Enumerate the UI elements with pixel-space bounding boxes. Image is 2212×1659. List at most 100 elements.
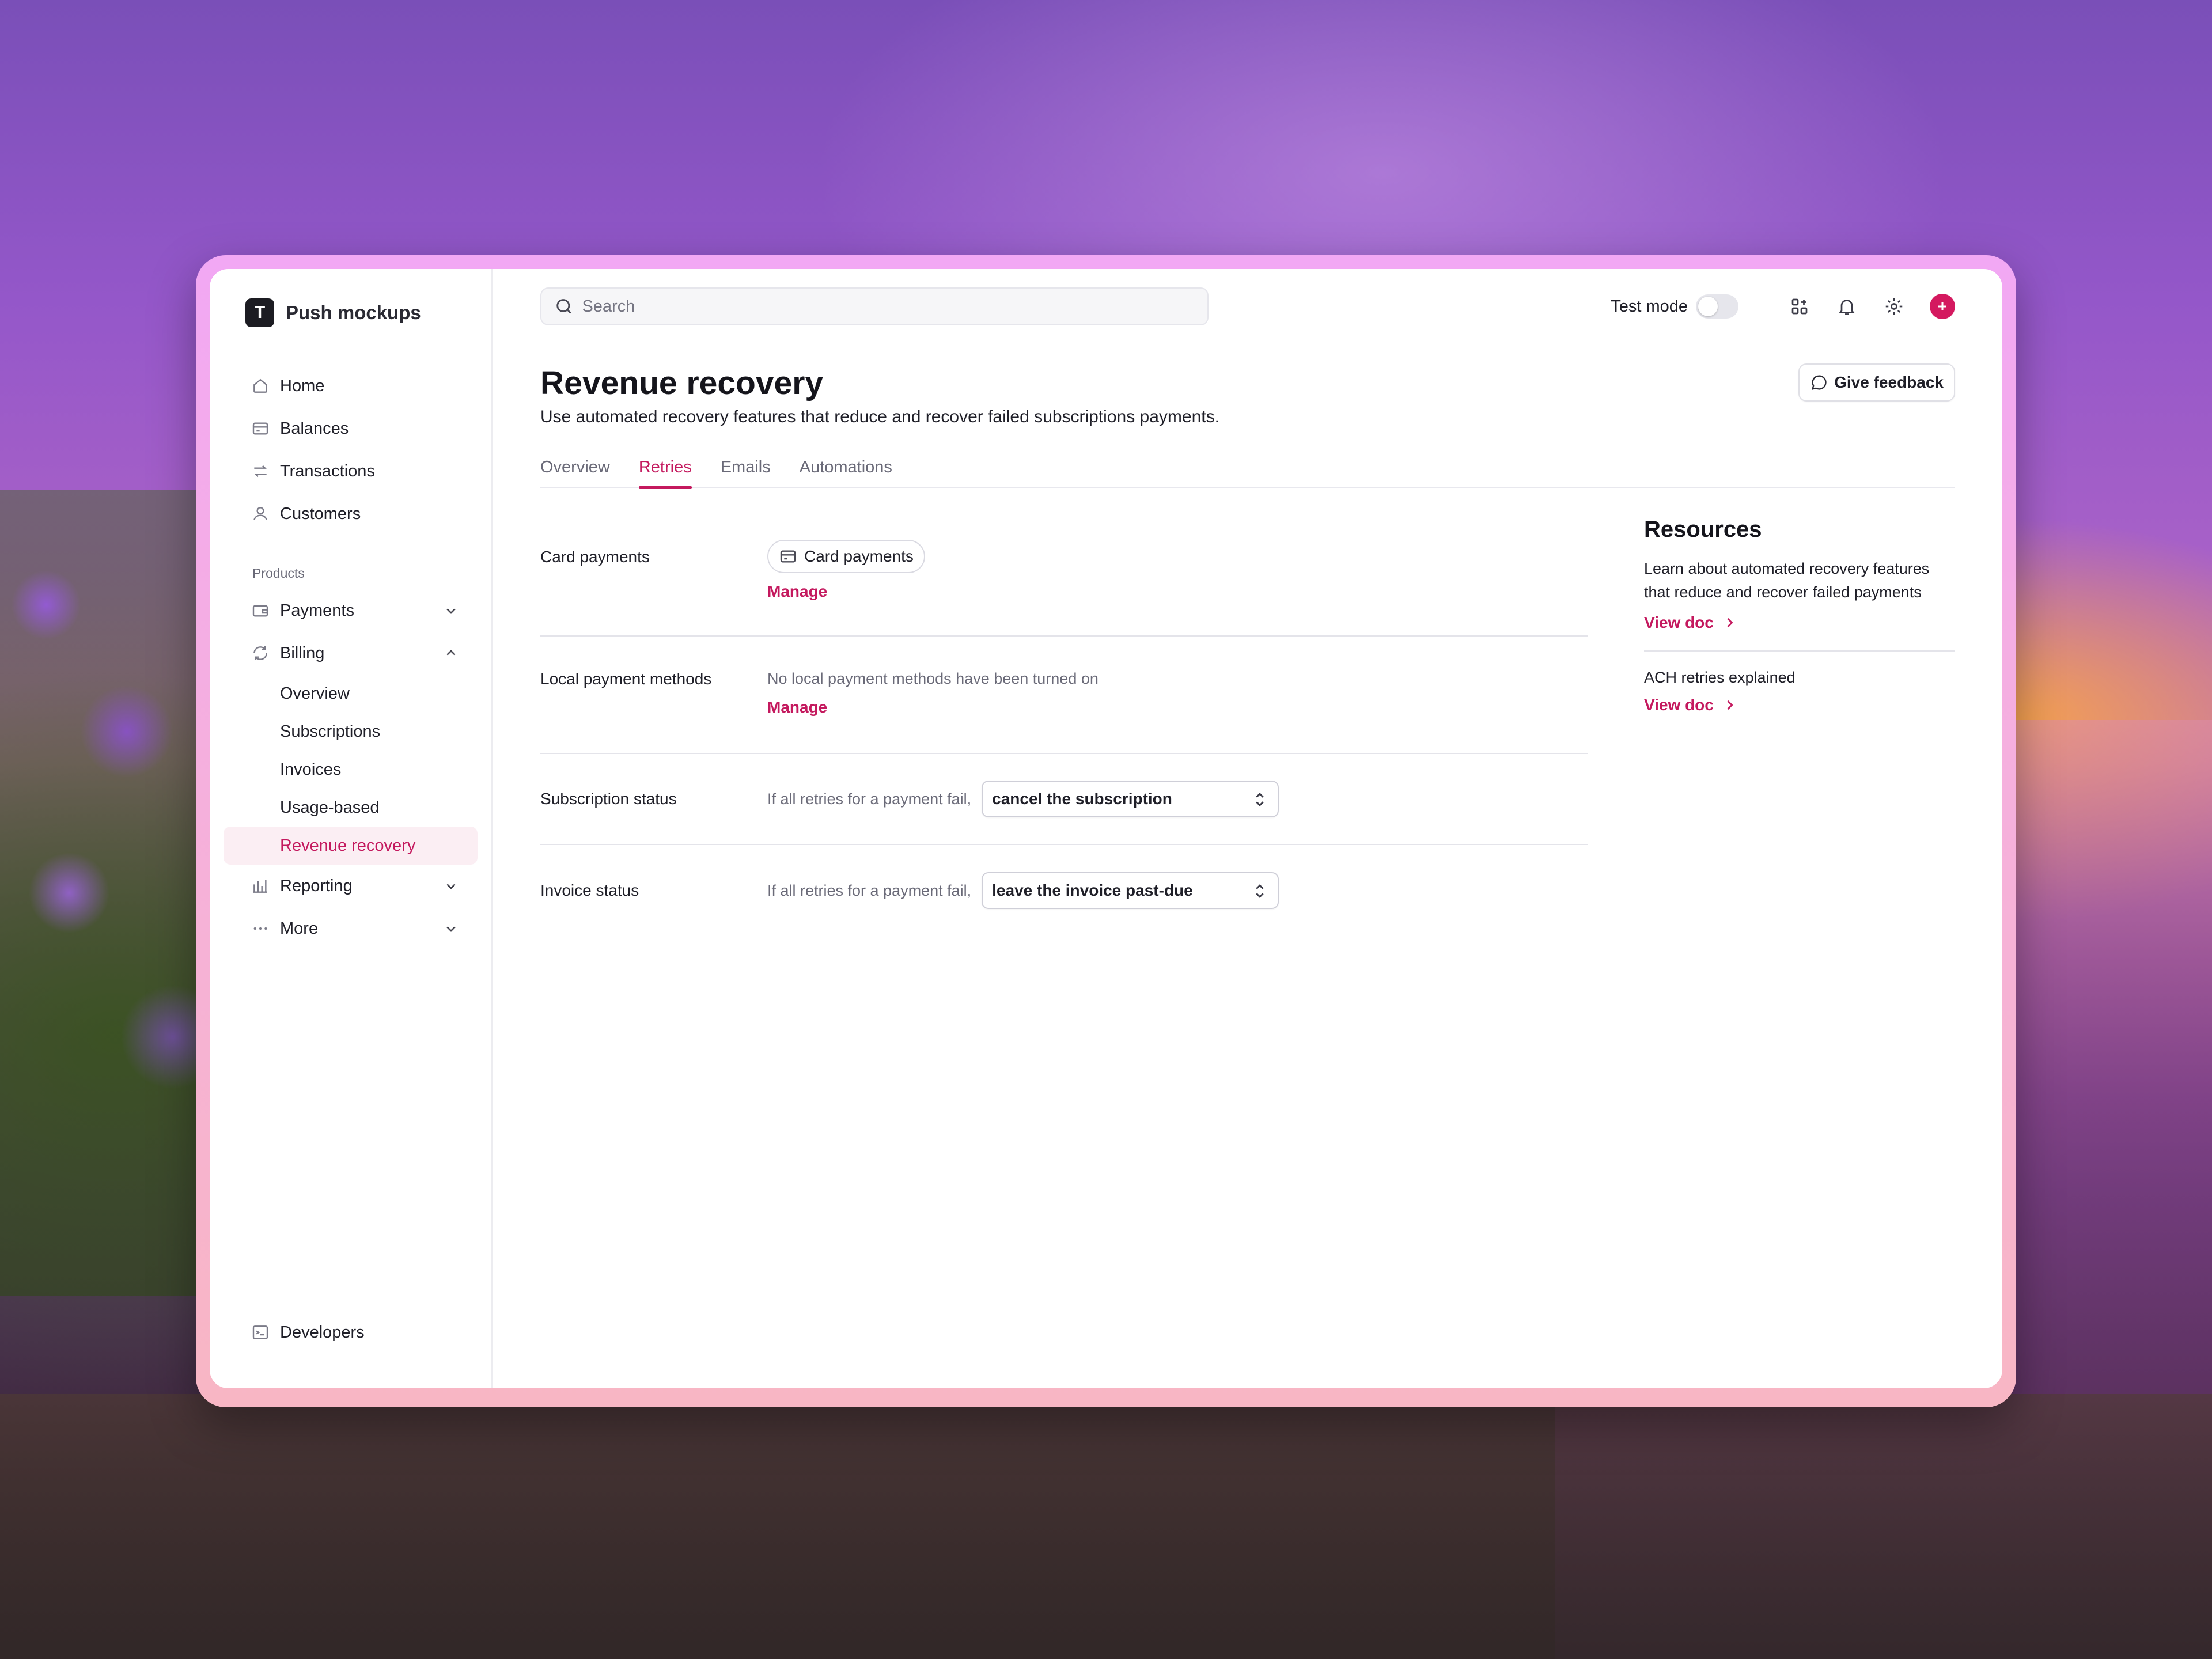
divider bbox=[1644, 650, 1955, 652]
resources-title: Resources bbox=[1644, 517, 1762, 542]
chevron-down-icon[interactable] bbox=[442, 877, 460, 895]
view-doc-link[interactable]: View doc bbox=[1644, 696, 1955, 714]
sidebar-item-label: Billing bbox=[280, 643, 325, 662]
settings-row-subscription-status: Subscription status If all retries for a… bbox=[540, 754, 1588, 845]
brand-logo: T bbox=[245, 298, 274, 327]
sidebar-subitem-subscriptions[interactable]: Subscriptions bbox=[224, 713, 478, 751]
chevron-down-icon[interactable] bbox=[442, 601, 460, 620]
test-mode-label: Test mode bbox=[1611, 297, 1688, 316]
chevron-right-icon bbox=[1727, 700, 1733, 710]
tabs: Overview Retries Emails Automations bbox=[540, 458, 1955, 489]
sidebar-item-label: Payments bbox=[280, 601, 354, 620]
sidebar-item-balances[interactable]: Balances bbox=[224, 407, 478, 450]
invoice-status-select[interactable]: leave the invoice past-due bbox=[982, 872, 1279, 909]
billing-icon bbox=[251, 644, 270, 662]
row-label: Card payments bbox=[540, 548, 650, 566]
search-icon bbox=[556, 299, 571, 314]
bar-chart-icon bbox=[251, 877, 270, 895]
settings-row-invoice-status: Invoice status If all retries for a paym… bbox=[540, 845, 1588, 936]
dots-icon bbox=[251, 919, 270, 938]
gear-icon[interactable] bbox=[1883, 295, 1906, 318]
sidebar-item-label: Reporting bbox=[280, 876, 353, 895]
retry-settings: Card payments Card payments Manage Local… bbox=[540, 488, 1588, 936]
invoice-status-prefix: If all retries for a payment fail, bbox=[767, 881, 972, 899]
chevron-down-icon[interactable] bbox=[442, 919, 460, 938]
local-methods-empty-text: No local payment methods have been turne… bbox=[767, 670, 1099, 687]
terminal-icon bbox=[251, 1323, 270, 1342]
view-doc-label: View doc bbox=[1644, 613, 1714, 631]
chevron-up-icon[interactable] bbox=[442, 644, 460, 662]
sidebar-item-label: Home bbox=[280, 376, 325, 395]
give-feedback-button[interactable]: Give feedback bbox=[1798, 363, 1955, 402]
tab-emails[interactable]: Emails bbox=[721, 458, 771, 488]
bell-icon[interactable] bbox=[1835, 295, 1858, 318]
topbar-actions: Test mode bbox=[1611, 269, 1955, 344]
chip-label: Card payments bbox=[804, 547, 914, 565]
test-mode-toggle[interactable] bbox=[1696, 294, 1738, 319]
view-doc-label: View doc bbox=[1644, 696, 1714, 714]
home-icon bbox=[251, 377, 270, 395]
sidebar-item-home[interactable]: Home bbox=[224, 365, 478, 407]
resources-panel: Resources Learn about automated recovery… bbox=[1644, 488, 1955, 936]
search-bar[interactable] bbox=[540, 287, 1209, 325]
chevron-up-down-icon bbox=[1256, 884, 1264, 898]
resource-ach-title: ACH retries explained bbox=[1644, 669, 1796, 686]
give-feedback-label: Give feedback bbox=[1834, 373, 1944, 391]
tab-overview[interactable]: Overview bbox=[540, 458, 610, 488]
subscription-status-prefix: If all retries for a payment fail, bbox=[767, 790, 972, 808]
sidebar-item-label: Transactions bbox=[280, 461, 375, 480]
sidebar-item-label: Customers bbox=[280, 504, 361, 523]
chat-bubble-icon bbox=[1812, 375, 1827, 390]
content-area: Card payments Card payments Manage Local… bbox=[540, 488, 1955, 936]
wallet-icon bbox=[251, 601, 270, 620]
page-title: Revenue recovery bbox=[540, 365, 824, 402]
sidebar-item-payments[interactable]: Payments bbox=[224, 589, 478, 632]
page-subtitle: Use automated recovery features that red… bbox=[540, 407, 1219, 426]
balances-icon bbox=[251, 419, 270, 438]
sidebar-item-customers[interactable]: Customers bbox=[224, 493, 478, 535]
sidebar-item-billing[interactable]: Billing bbox=[224, 632, 478, 675]
sidebar-item-reporting[interactable]: Reporting bbox=[224, 865, 478, 907]
sidebar-item-label: More bbox=[280, 919, 319, 938]
main-content: Test mode Revenue recovery Use automated… bbox=[493, 269, 2002, 1388]
sidebar-item-label: Balances bbox=[280, 419, 349, 438]
settings-row-local-payment-methods: Local payment methods No local payment m… bbox=[540, 637, 1588, 754]
plus-circle-icon[interactable] bbox=[1930, 294, 1955, 319]
search-input[interactable] bbox=[582, 297, 1195, 316]
row-label: Invoice status bbox=[540, 881, 639, 899]
subscription-status-select[interactable]: cancel the subscription bbox=[982, 781, 1279, 817]
background-ground bbox=[0, 1394, 2212, 1659]
manage-card-payments-link[interactable]: Manage bbox=[767, 582, 827, 601]
view-doc-link[interactable]: View doc bbox=[1644, 613, 1955, 632]
tab-automations[interactable]: Automations bbox=[800, 458, 892, 488]
sidebar-subitem-overview[interactable]: Overview bbox=[224, 675, 478, 713]
sidebar-item-label: Developers bbox=[280, 1323, 365, 1342]
tab-retries[interactable]: Retries bbox=[638, 458, 692, 489]
chevron-right-icon bbox=[1727, 618, 1733, 627]
credit-card-icon bbox=[780, 550, 796, 563]
transactions-icon bbox=[251, 462, 270, 480]
topbar: Test mode bbox=[540, 269, 1955, 344]
page-header: Revenue recovery Use automated recovery … bbox=[540, 362, 1955, 427]
sidebar-item-developers[interactable]: Developers bbox=[224, 1311, 480, 1354]
resource-description: Learn about automated recovery features … bbox=[1644, 560, 1930, 601]
brand[interactable]: T Push mockups bbox=[224, 296, 478, 330]
sidebar-subitem-usage-based[interactable]: Usage-based bbox=[224, 789, 478, 827]
section-label-products: Products bbox=[252, 566, 305, 581]
sidebar-subitem-revenue-recovery[interactable]: Revenue recovery bbox=[224, 827, 478, 865]
settings-row-card-payments: Card payments Card payments Manage bbox=[540, 488, 1588, 637]
sidebar-item-more[interactable]: More bbox=[224, 907, 478, 950]
card-payments-chip: Card payments bbox=[767, 540, 925, 573]
sidebar-subitem-invoices[interactable]: Invoices bbox=[224, 751, 478, 789]
select-value: cancel the subscription bbox=[992, 790, 1172, 808]
sidebar-item-transactions[interactable]: Transactions bbox=[224, 450, 478, 493]
apps-icon[interactable] bbox=[1788, 295, 1811, 318]
customers-icon bbox=[251, 505, 270, 523]
brand-name: Push mockups bbox=[286, 302, 421, 323]
sidebar-footer: Developers bbox=[224, 1311, 480, 1354]
row-label: Local payment methods bbox=[540, 670, 712, 688]
row-label: Subscription status bbox=[540, 790, 677, 808]
app-window: T Push mockups Home Balances Transaction… bbox=[210, 269, 2002, 1388]
chevron-up-down-icon bbox=[1256, 793, 1264, 806]
manage-local-methods-link[interactable]: Manage bbox=[767, 698, 827, 717]
